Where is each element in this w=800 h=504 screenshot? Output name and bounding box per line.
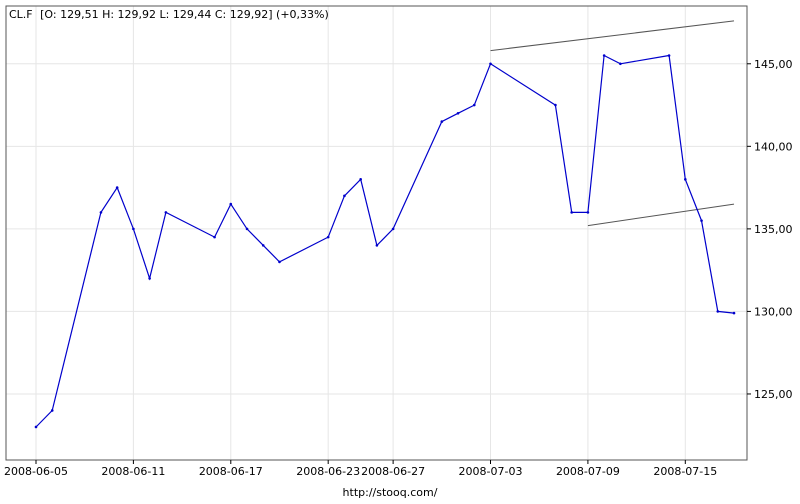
price-series [34, 54, 736, 429]
data-point [245, 227, 249, 231]
data-point [554, 103, 557, 107]
data-point [164, 211, 168, 214]
data-point [716, 310, 720, 313]
x-tick-label: 2008-07-09 [556, 465, 620, 478]
chart-title: CL.F [O: 129,51 H: 129,92 L: 129,44 C: 1… [9, 8, 329, 21]
y-tick-label: 145,00 [754, 58, 793, 71]
data-point [586, 211, 590, 214]
trendline [587, 203, 735, 227]
x-tick-label: 2008-07-03 [459, 465, 523, 478]
data-point [375, 244, 379, 247]
source-url[interactable]: http://stooq.com/ [343, 486, 438, 499]
x-tick-label: 2008-06-27 [361, 465, 425, 478]
data-point [732, 311, 736, 315]
data-point [359, 178, 362, 181]
data-point [326, 235, 330, 239]
data-point [213, 235, 216, 239]
y-tick-label: 125,00 [754, 388, 793, 401]
symbol-label: CL.F [9, 8, 33, 21]
trendline [490, 20, 735, 52]
data-point [619, 62, 622, 66]
plot-frame [5, 5, 748, 461]
data-point [700, 219, 703, 222]
data-point [456, 112, 460, 115]
data-point [570, 211, 573, 214]
data-point [115, 186, 119, 189]
data-point [391, 227, 395, 231]
data-point [440, 120, 444, 123]
data-point [343, 194, 346, 198]
y-tick-label: 140,00 [754, 140, 793, 153]
data-point [34, 425, 38, 429]
series-line [35, 54, 735, 428]
trendlines [490, 20, 735, 227]
data-point [261, 244, 265, 247]
data-point [99, 211, 103, 214]
data-point [667, 54, 671, 57]
x-tick-label: 2008-06-17 [199, 465, 263, 478]
x-tick-label: 2008-06-05 [4, 465, 68, 478]
data-point [148, 277, 151, 280]
y-tick-label: 135,00 [754, 223, 793, 236]
chart-canvas: 2008-06-05 2008-06-11 2008-06-17 2008-06-23… [4, 5, 793, 499]
data-point [684, 178, 687, 181]
x-tick-label: 2008-06-11 [101, 465, 165, 478]
x-tick-label: 2008-06-23 [296, 465, 360, 478]
y-tick-label: 130,00 [754, 305, 793, 318]
ohlc-summary: [O: 129,51 H: 129,92 L: 129,44 C: 129,92… [40, 8, 329, 21]
data-point [229, 202, 233, 206]
y-axis: 125,00 130,00 135,00 140,00 145,00 [747, 58, 793, 401]
x-axis: 2008-06-05 2008-06-11 2008-06-17 2008-06-23… [4, 460, 717, 478]
data-point [50, 409, 54, 412]
data-point [489, 62, 492, 66]
data-point [602, 54, 606, 57]
data-point [132, 227, 135, 231]
price-chart: 2008-06-05 2008-06-11 2008-06-17 2008-06-23… [0, 0, 800, 500]
data-point [472, 103, 476, 107]
data-point [278, 260, 281, 264]
grid [6, 6, 747, 460]
x-tick-label: 2008-07-15 [653, 465, 717, 478]
